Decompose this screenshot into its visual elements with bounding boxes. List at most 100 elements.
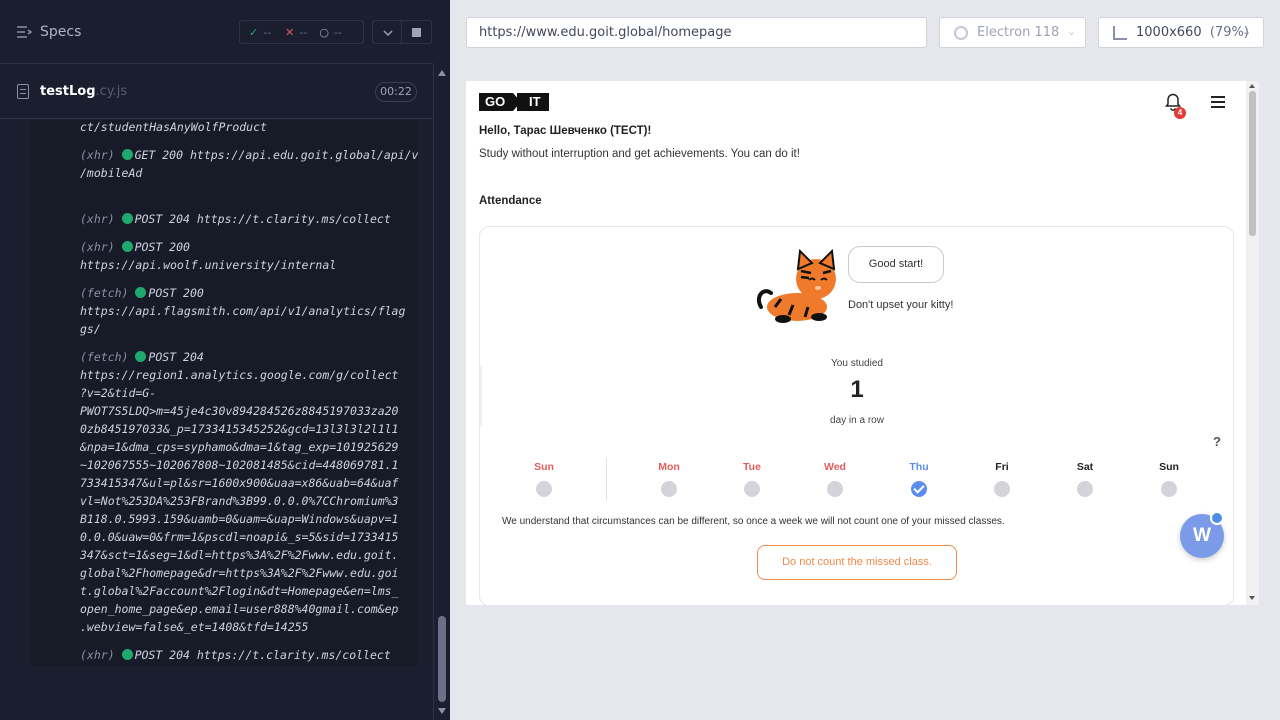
browser-selector[interactable]: Electron 118 ⌄ — [939, 17, 1086, 48]
log-line[interactable]: 733415347&ul=pl&sr=1600x900&uaa=x86&uab=… — [80, 476, 399, 490]
streak-unit: day in a row — [830, 415, 884, 426]
day-status-dot — [536, 481, 552, 497]
scroll-down-icon[interactable] — [438, 708, 446, 714]
hamburger-menu-icon[interactable] — [1211, 96, 1225, 108]
log-line[interactable]: (fetch) POST 200 — [80, 286, 204, 300]
status-dot-icon — [135, 287, 147, 298]
runner-panel: Specs ✓ -- ✕ -- ○ -- testLog.cy.js 00:22… — [0, 0, 450, 720]
log-line[interactable]: https://region1.analytics.google.com/g/c… — [80, 368, 399, 382]
greeting-subtitle: Study without interruption and get achie… — [479, 148, 800, 160]
day-sun: Sun — [1139, 461, 1199, 497]
status-dot-icon — [121, 149, 133, 160]
log-line[interactable]: .webview=false&_et=1408&tfd=14255 — [80, 620, 308, 634]
log-line[interactable]: open_home_page&ep.email=user888%40gmail.… — [80, 602, 399, 616]
passed-icon: ✓ — [249, 25, 259, 39]
log-line[interactable]: ?v=2&tid=G- — [80, 386, 156, 400]
log-line[interactable]: 0zb845197033&_p=1733415345252&gcd=13l3l3… — [80, 422, 399, 436]
test-file-header[interactable]: testLog.cy.js 00:22 — [0, 65, 433, 119]
electron-icon — [954, 26, 968, 40]
log-line[interactable]: gs/ — [80, 322, 101, 336]
log-line[interactable]: t.global%2Faccount%2Flogin&dt=Homepage&e… — [80, 584, 399, 598]
log-line[interactable]: vl=Not%253DA%253FBrand%3B99.0.0.0%7CChro… — [80, 494, 399, 508]
day-status-dot — [1077, 481, 1093, 497]
log-line[interactable]: (xhr) POST 200 — [80, 240, 190, 254]
log-line[interactable]: global%2Fhomepage&dr=https%3A%2F%2Fwww.e… — [80, 566, 399, 580]
frame-scrollbar[interactable] — [1246, 81, 1259, 605]
day-label: Sun — [534, 461, 554, 473]
speech-bubble: Good start! — [848, 246, 944, 283]
goit-logo[interactable]: GO IT — [479, 93, 549, 111]
runner-scrollbar[interactable] — [433, 64, 450, 720]
day-status-dot — [827, 481, 843, 497]
log-line[interactable]: (fetch) POST 204 — [80, 350, 204, 364]
card-accent — [480, 365, 482, 427]
scroll-thumb[interactable] — [1249, 91, 1256, 236]
log-line[interactable]: &npa=1&dma_cps=syphamo&dma=1&tag_exp=101… — [80, 440, 399, 454]
attendance-card: Good start! Don't upset your kitty! You … — [479, 226, 1234, 605]
scroll-up-icon[interactable] — [438, 70, 446, 76]
stop-icon — [412, 28, 421, 37]
log-line[interactable]: (xhr) POST 204 https://t.clarity.ms/coll… — [80, 212, 391, 226]
streak-count: 1 — [850, 376, 864, 403]
attendance-heading: Attendance — [479, 195, 542, 207]
specs-label[interactable]: Specs — [40, 24, 81, 40]
chat-status-dot — [1210, 511, 1224, 525]
scroll-thumb[interactable] — [438, 616, 446, 702]
browser-label: Electron 118 — [977, 25, 1060, 40]
collapse-button[interactable] — [372, 20, 402, 44]
pending-count: -- — [333, 25, 342, 39]
passed-count: -- — [263, 25, 272, 39]
url-bar[interactable]: https://www.edu.goit.global/homepage — [466, 17, 927, 48]
day-label: Sun — [1159, 461, 1179, 473]
day-sun: Sun — [514, 461, 574, 497]
kitty-illustration — [756, 248, 836, 323]
chevron-down-icon: ⌄ — [1067, 25, 1077, 38]
status-dot-icon — [135, 351, 147, 362]
day-tue: Tue — [722, 461, 782, 497]
status-dot-icon — [121, 213, 133, 224]
check-icon — [911, 481, 927, 497]
failed-count: -- — [299, 25, 308, 39]
specs-bar: Specs ✓ -- ✕ -- ○ -- — [0, 0, 433, 64]
log-line[interactable]: B118.0.5993.159&uamb=0&uam=&uap=Windows&… — [80, 512, 399, 526]
log-line[interactable]: 347&sct=1&seg=1&dl=https%3A%2F%2Fwww.edu… — [80, 548, 399, 562]
streak-label: You studied — [831, 358, 883, 369]
kitty-message: Don't upset your kitty! — [848, 299, 954, 311]
scroll-up-icon[interactable] — [1249, 84, 1255, 88]
chevron-down-icon: ⌄ — [1242, 25, 1252, 38]
greeting-title: Hello, Тарас Шевченко (ТЕСТ)! — [479, 125, 652, 137]
log-line[interactable]: PWOT7S5LDQ>m=45je4c30v894284526z88451970… — [80, 404, 399, 418]
day-label: Fri — [995, 461, 1009, 473]
status-dot-icon — [121, 241, 133, 252]
scroll-down-icon[interactable] — [1249, 596, 1255, 600]
command-log: ct/studentHasAnyWolfProduct (xhr) GET 200… — [30, 120, 418, 666]
log-line[interactable]: https://api.woolf.university/internal — [80, 258, 336, 272]
ruler-icon — [1113, 26, 1127, 40]
test-file-name: testLog.cy.js — [40, 84, 128, 99]
help-icon[interactable]: ? — [1213, 434, 1221, 449]
stop-button[interactable] — [402, 20, 432, 44]
specs-list-icon[interactable] — [16, 25, 32, 39]
viewport-label: 1000x660 (79%) — [1136, 25, 1249, 40]
log-line[interactable]: (xhr) GET 200 https://api.edu.goit.globa… — [80, 148, 418, 162]
day-status-dot — [744, 481, 760, 497]
day-wed: Wed — [805, 461, 865, 497]
log-line[interactable]: /mobileAd — [80, 166, 142, 180]
log-line[interactable]: ~102067555~102067808~102081485&cid=44806… — [80, 458, 399, 472]
day-sat: Sat — [1055, 461, 1115, 497]
missed-class-info: We understand that circumstances can be … — [502, 516, 1005, 527]
log-line[interactable]: (xhr) POST 204 https://t.clarity.ms/coll… — [80, 648, 391, 662]
day-label: Mon — [658, 461, 680, 473]
day-label: Tue — [743, 461, 761, 473]
app-header: GO IT 4 — [466, 81, 1246, 125]
log-line[interactable]: ct/studentHasAnyWolfProduct — [80, 120, 267, 134]
log-line[interactable]: https://api.flagsmith.com/api/v1/analyti… — [80, 304, 405, 318]
test-duration: 00:22 — [375, 82, 417, 102]
week-divider — [606, 458, 607, 500]
skip-missed-class-button[interactable]: Do not count the missed class. — [757, 545, 957, 580]
log-line[interactable]: 0.0.0&uaw=0&frm=1&pscdl=noapi&_s=5&sid=1… — [80, 530, 399, 544]
day-fri: Fri — [972, 461, 1032, 497]
viewport-selector[interactable]: 1000x660 (79%) ⌄ — [1098, 17, 1264, 48]
day-label: Wed — [824, 461, 846, 473]
day-mon: Mon — [639, 461, 699, 497]
